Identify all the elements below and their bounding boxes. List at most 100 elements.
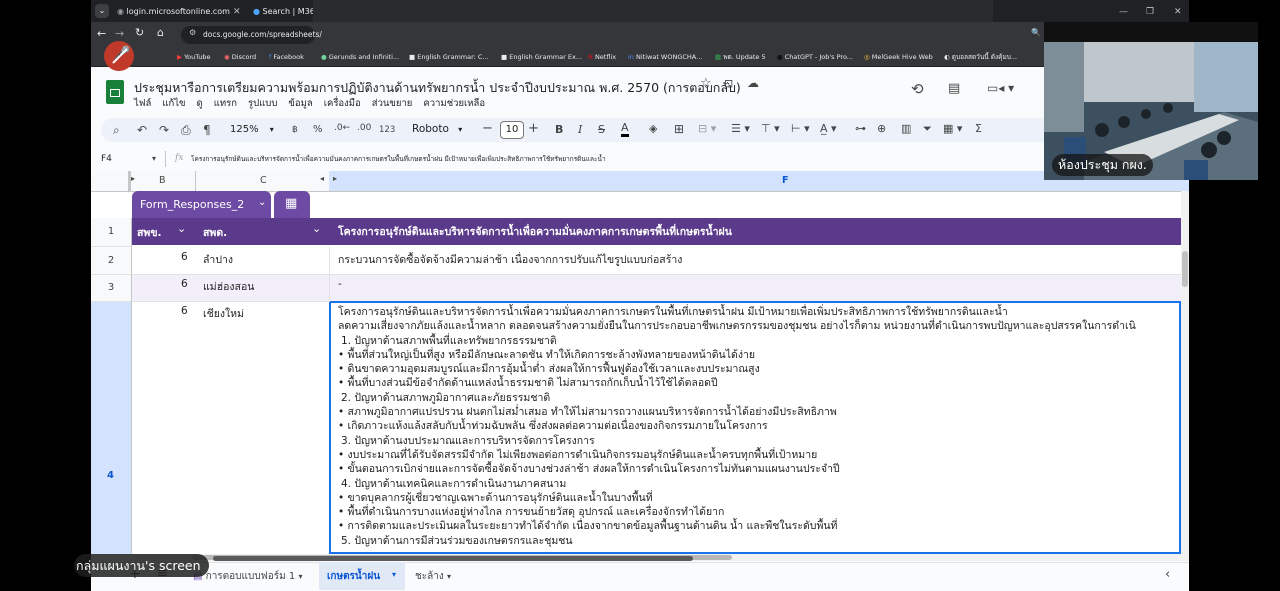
increase-decimal-button[interactable]: .00 bbox=[357, 123, 371, 133]
merge-cells-icon[interactable]: ⊟ ▾ bbox=[698, 122, 716, 135]
font-select[interactable]: Roboto ▾ bbox=[412, 123, 462, 135]
hidden-columns-right-icon[interactable]: ▸ bbox=[333, 174, 337, 183]
header-col-c[interactable]: สพด. bbox=[203, 224, 227, 241]
bookmark-grammar-c[interactable]: ■ English Grammar: C... bbox=[409, 48, 489, 66]
bookmark-discord[interactable]: ◉ Discord bbox=[224, 48, 256, 66]
bookmark-football[interactable]: ◐ ดูบอลสดวันนี้ ดังคุ้มบ... bbox=[944, 48, 1017, 66]
column-header-b[interactable]: B bbox=[159, 175, 166, 186]
row-header-1[interactable]: 1 bbox=[91, 218, 132, 247]
tab-search-icon[interactable]: ⌄ bbox=[95, 4, 109, 18]
hidden-columns-left-icon[interactable]: ◂ bbox=[320, 174, 324, 183]
menu-insert[interactable]: แทรก bbox=[214, 98, 237, 109]
strikethrough-icon[interactable]: S bbox=[598, 123, 605, 136]
address-bar[interactable]: ⚙ docs.google.com/spreadsheets/ bbox=[181, 26, 322, 44]
chevron-down-icon[interactable]: ⌄ bbox=[312, 222, 321, 235]
bookmark-chatgpt[interactable]: ● ChatGPT - Job's Pro... bbox=[777, 48, 853, 66]
table-name-chip[interactable]: Form_Responses_2 ⌄ bbox=[132, 191, 271, 218]
table-options-button[interactable]: ▦ bbox=[274, 191, 310, 218]
cell-c3[interactable]: แม่ฮ่องสอน bbox=[203, 278, 254, 295]
history-icon[interactable]: ⟲ bbox=[911, 80, 924, 98]
hidden-columns-left-icon[interactable]: ▸ bbox=[131, 174, 135, 183]
decrease-decimal-button[interactable]: .0← bbox=[334, 123, 350, 133]
percent-format-button[interactable]: % bbox=[313, 124, 323, 135]
filter-icon[interactable]: ⏷ bbox=[923, 122, 932, 136]
insert-chart-icon[interactable]: ▥ bbox=[901, 122, 911, 135]
formula-input[interactable]: โครงการอนุรักษ์ดินและบริหารจัดการน้ำเพื่… bbox=[191, 154, 606, 164]
browser-tab[interactable]: ● Search | M365 bbox=[253, 2, 313, 22]
back-icon[interactable]: ← bbox=[97, 27, 106, 40]
menu-file[interactable]: ไฟล์ bbox=[134, 98, 151, 109]
cell-c4[interactable]: เชียงใหม่ bbox=[203, 305, 244, 322]
row-header-2[interactable]: 2 bbox=[91, 247, 132, 275]
header-col-b[interactable]: สพข. bbox=[137, 224, 162, 241]
document-title[interactable]: ประชุมหารือการเตรียมความพร้อมการปฏิบัติง… bbox=[134, 78, 741, 98]
sheet-tab-active[interactable]: เกษตรน้ำฝน ▾ bbox=[319, 562, 405, 590]
insert-comment-icon[interactable]: ⊕ bbox=[877, 122, 886, 135]
star-icon[interactable]: ☆ bbox=[700, 76, 712, 91]
font-size-increase-icon[interactable]: + bbox=[528, 121, 539, 136]
bookmark-linkedin[interactable]: in Nitiwat WONGCHA... bbox=[628, 48, 702, 66]
undo-icon[interactable]: ↶ bbox=[137, 122, 147, 138]
horizontal-align-icon[interactable]: ☰ ▾ bbox=[731, 122, 750, 135]
video-tile-meeting-room[interactable]: ห้องประชุม กผง. bbox=[1044, 42, 1258, 180]
cell-f3[interactable]: - bbox=[338, 278, 342, 290]
reload-icon[interactable]: ↻ bbox=[135, 26, 144, 39]
bookmark-gerunds[interactable]: ● Gerunds and Infiniti... bbox=[321, 48, 399, 66]
menu-extensions[interactable]: ส่วนขยาย bbox=[372, 98, 413, 109]
minimize-icon[interactable]: — bbox=[1119, 2, 1128, 22]
close-window-icon[interactable]: ✕ bbox=[1174, 2, 1182, 22]
menu-edit[interactable]: แก้ไข bbox=[162, 98, 185, 109]
sheet-tab[interactable]: ▤ การตอบแบบฟอร์ม 1 ▾ bbox=[193, 569, 302, 584]
zoom-icon[interactable]: 🔍 bbox=[1031, 28, 1041, 37]
borders-icon[interactable]: ⊞ bbox=[674, 122, 684, 136]
mic-muted-icon[interactable]: 🎤 bbox=[104, 41, 134, 71]
cell-f2[interactable]: กระบวนการจัดซื้อจัดจ้างมีความล่าช้า เนื่… bbox=[338, 251, 682, 268]
column-header-c[interactable]: C bbox=[260, 175, 267, 186]
search-menu-icon[interactable]: ⌕ bbox=[113, 122, 120, 138]
font-size-input[interactable]: 10 bbox=[500, 121, 524, 139]
close-tab-icon[interactable]: ✕ bbox=[233, 2, 241, 22]
meet-icon[interactable]: ▭◂ ▾ bbox=[987, 81, 1014, 95]
bookmark-melgeek[interactable]: ◎ MelGeek Hive Web bbox=[864, 48, 933, 66]
selected-cell-f4[interactable]: โครงการอนุรักษ์ดินและบริหารจัดการน้ำเพื่… bbox=[329, 301, 1181, 554]
menu-format[interactable]: รูปแบบ bbox=[248, 98, 277, 109]
chevron-down-icon[interactable]: ⌄ bbox=[177, 222, 186, 235]
italic-button[interactable]: I bbox=[578, 123, 582, 136]
print-icon[interactable]: ⎙ bbox=[181, 122, 191, 138]
cell-b4[interactable]: 6 bbox=[181, 305, 188, 317]
text-wrapping-icon[interactable]: ⊢ ▾ bbox=[791, 122, 810, 135]
row-header-4[interactable]: 4 bbox=[91, 302, 132, 554]
menu-tools[interactable]: เครื่องมือ bbox=[324, 98, 361, 109]
zoom-select[interactable]: 125% ▾ bbox=[230, 124, 274, 135]
functions-button[interactable]: Σ bbox=[975, 122, 982, 135]
home-icon[interactable]: ⌂ bbox=[157, 26, 164, 39]
text-rotation-icon[interactable]: A̲ ▾ bbox=[820, 122, 837, 135]
font-size-decrease-icon[interactable]: − bbox=[482, 121, 493, 136]
forward-icon[interactable]: → bbox=[115, 27, 124, 40]
move-folder-icon[interactable]: ⊡ bbox=[724, 77, 733, 90]
menu-data[interactable]: ข้อมูล bbox=[288, 98, 312, 109]
select-all-corner[interactable] bbox=[91, 171, 131, 191]
cell-b3[interactable]: 6 bbox=[181, 278, 188, 290]
explore-collapse-icon[interactable]: ‹ bbox=[1165, 567, 1170, 582]
fill-color-icon[interactable]: ◈ bbox=[649, 122, 657, 135]
currency-format-button[interactable]: ฿ bbox=[292, 125, 298, 135]
menu-help[interactable]: ความช่วยเหลือ bbox=[423, 98, 485, 109]
bookmark-netflix[interactable]: N Netflix bbox=[588, 48, 616, 66]
text-color-icon[interactable]: A bbox=[621, 122, 629, 137]
redo-icon[interactable]: ↷ bbox=[159, 122, 169, 138]
restore-icon[interactable]: ❐ bbox=[1146, 2, 1154, 22]
chevron-down-icon[interactable]: ▾ bbox=[152, 154, 156, 163]
header-col-f[interactable]: โครงการอนุรักษ์ดินและบริหารจัดการน้ำเพื่… bbox=[338, 223, 732, 240]
row-header-3[interactable]: 3 bbox=[91, 275, 132, 302]
comments-icon[interactable]: ▤ bbox=[948, 81, 960, 96]
sheet-tab[interactable]: ชะล้าง ▾ bbox=[415, 569, 451, 584]
paint-format-icon[interactable]: ¶ bbox=[203, 122, 211, 138]
more-formats-button[interactable]: 123 bbox=[379, 125, 395, 135]
column-header-f[interactable]: F bbox=[782, 175, 789, 186]
cell-b2[interactable]: 6 bbox=[181, 251, 188, 263]
cell-c2[interactable]: ลำปาง bbox=[203, 251, 233, 268]
bookmark-grammar-ex[interactable]: ■ English Grammar Ex... bbox=[501, 48, 582, 66]
bookmark-youtube[interactable]: ▶ YouTube bbox=[177, 48, 211, 66]
bookmark-update[interactable]: ▦ พด. Update 5 bbox=[715, 48, 766, 66]
